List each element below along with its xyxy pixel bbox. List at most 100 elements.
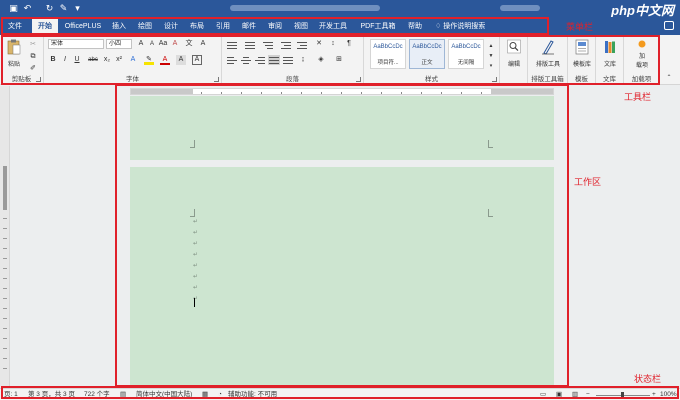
- style-sample: AaBbCcDc: [412, 44, 442, 50]
- styles-scroll-down-icon[interactable]: ▼: [486, 51, 496, 61]
- tab-insert[interactable]: 插入: [108, 19, 130, 34]
- chinese-layout-icon[interactable]: ✕: [314, 39, 324, 49]
- style-item-no-spacing[interactable]: AaBbCcDc 无间隔: [448, 39, 484, 69]
- font-size-select[interactable]: 小四: [106, 39, 132, 49]
- subscript-button[interactable]: x₂: [102, 55, 112, 65]
- borders-icon[interactable]: ⊞: [334, 55, 344, 65]
- redo-icon[interactable]: ↻: [44, 3, 55, 14]
- styles-more-icon[interactable]: ▾: [486, 61, 496, 71]
- tab-mailings[interactable]: 邮件: [238, 19, 260, 34]
- paragraph-shading-icon[interactable]: ◈: [316, 55, 326, 65]
- comments-icon[interactable]: [664, 21, 674, 30]
- distributed-icon[interactable]: [282, 55, 294, 65]
- web-layout-icon[interactable]: ▥: [572, 391, 578, 399]
- bullets-icon[interactable]: [226, 40, 238, 50]
- proofing-icon[interactable]: ▤: [120, 391, 126, 399]
- collapse-ribbon-icon[interactable]: ⌃: [664, 73, 674, 83]
- addins-button[interactable]: 加 载项: [628, 39, 656, 69]
- clipboard-launcher-icon[interactable]: [36, 77, 41, 82]
- multilevel-list-icon[interactable]: [262, 40, 274, 50]
- tab-officeplus[interactable]: OfficePLUS: [62, 19, 104, 34]
- read-mode-icon[interactable]: ▭: [540, 391, 546, 399]
- editing-button[interactable]: 编辑: [504, 39, 524, 68]
- char-shading-button[interactable]: A: [176, 55, 186, 65]
- numbering-icon[interactable]: [244, 40, 256, 50]
- style-item-normal[interactable]: AaBbCcDc 正文: [409, 39, 445, 69]
- shrink-font-icon[interactable]: A: [147, 39, 157, 49]
- styles-scroll-up-icon[interactable]: ▲: [486, 41, 496, 51]
- bold-button[interactable]: B: [48, 55, 58, 65]
- font-color-button[interactable]: A: [160, 55, 170, 65]
- styles-launcher-icon[interactable]: [492, 77, 497, 82]
- decrease-indent-icon[interactable]: [280, 40, 292, 50]
- copy-icon[interactable]: ⧉: [28, 52, 38, 62]
- tab-help[interactable]: 帮助: [404, 19, 426, 34]
- clear-format-icon[interactable]: A: [170, 39, 180, 49]
- tab-home[interactable]: 开始: [32, 19, 58, 34]
- superscript-button[interactable]: x²: [114, 55, 124, 65]
- tab-draw[interactable]: 绘图: [134, 19, 156, 34]
- undo-icon[interactable]: ↶: [22, 3, 33, 14]
- status-accessibility[interactable]: 辅助功能: 不可用: [228, 391, 277, 399]
- accessibility-icon[interactable]: ◔: [218, 391, 222, 399]
- help-search-box[interactable]: ♢ 操作说明搜索: [435, 19, 485, 34]
- zoom-slider-thumb[interactable]: [621, 392, 624, 399]
- hruler-tick: [421, 92, 422, 94]
- align-left-icon[interactable]: [226, 55, 238, 65]
- macro-icon[interactable]: ▦: [202, 391, 208, 399]
- paragraph-launcher-icon[interactable]: [356, 77, 361, 82]
- vruler-margin: [3, 166, 7, 210]
- strikethrough-button[interactable]: abc: [86, 55, 100, 65]
- tab-view[interactable]: 视图: [290, 19, 312, 34]
- underline-button[interactable]: U: [72, 55, 82, 65]
- status-page-count[interactable]: 第 3 页，共 3 页: [28, 391, 75, 399]
- customize-qa-icon[interactable]: ▾: [72, 3, 83, 14]
- vruler-tick: [3, 338, 7, 339]
- enclose-char-button[interactable]: A: [192, 55, 202, 65]
- status-page-number[interactable]: 页: 1: [4, 391, 18, 399]
- status-word-count[interactable]: 722 个字: [84, 391, 110, 399]
- justify-icon[interactable]: [268, 55, 280, 65]
- align-center-icon[interactable]: [240, 55, 252, 65]
- tab-pdf-toolbox[interactable]: PDF工具箱: [356, 19, 400, 34]
- document-page-previous[interactable]: [130, 96, 554, 160]
- align-right-icon[interactable]: [254, 55, 266, 65]
- tab-references[interactable]: 引用: [212, 19, 234, 34]
- font-name-select[interactable]: 宋体: [48, 39, 104, 49]
- phonetic-guide-icon[interactable]: 文: [184, 39, 194, 49]
- template-library-button[interactable]: 模板库: [570, 39, 594, 68]
- tab-developer[interactable]: 开发工具: [316, 19, 350, 34]
- show-marks-icon[interactable]: ¶: [344, 39, 354, 49]
- library-group: 文库 文库: [596, 35, 624, 85]
- save-icon[interactable]: ▣: [8, 3, 19, 14]
- tab-design[interactable]: 设计: [160, 19, 182, 34]
- cut-icon[interactable]: ✂: [28, 40, 38, 50]
- tab-review[interactable]: 审阅: [264, 19, 286, 34]
- zoom-in-icon[interactable]: +: [652, 391, 656, 399]
- char-border-icon[interactable]: A: [198, 39, 208, 49]
- typeset-group-label: 排版工具箱: [531, 76, 564, 83]
- sort-icon[interactable]: ↕: [328, 39, 338, 49]
- print-layout-icon[interactable]: ▣: [556, 391, 562, 399]
- typeset-tool-button[interactable]: 排版工具: [532, 39, 564, 68]
- wenku-button[interactable]: 文库: [598, 39, 622, 68]
- line-spacing-icon[interactable]: ↨: [298, 55, 308, 65]
- tab-file[interactable]: 文件: [3, 19, 27, 34]
- font-launcher-icon[interactable]: [214, 77, 219, 82]
- zoom-out-icon[interactable]: −: [586, 391, 590, 399]
- zoom-slider[interactable]: [596, 392, 650, 399]
- highlight-button[interactable]: ✎: [144, 55, 154, 65]
- format-painter-icon[interactable]: ✎: [58, 3, 69, 14]
- change-case-icon[interactable]: Aa: [158, 39, 168, 49]
- status-language[interactable]: 简体中文(中国大陆): [136, 391, 192, 399]
- grow-font-icon[interactable]: A: [136, 39, 146, 49]
- style-item-bullet[interactable]: AaBbCcDc 项目符...: [370, 39, 406, 69]
- account-name-blurred: [500, 5, 540, 11]
- text-effects-button[interactable]: A: [128, 55, 138, 65]
- style-name: 正文: [421, 60, 433, 66]
- tab-layout[interactable]: 布局: [186, 19, 208, 34]
- status-zoom-level[interactable]: 100%: [660, 391, 677, 399]
- increase-indent-icon[interactable]: [296, 40, 308, 50]
- paste-button[interactable]: 粘贴: [4, 39, 24, 68]
- italic-button[interactable]: I: [60, 55, 70, 65]
